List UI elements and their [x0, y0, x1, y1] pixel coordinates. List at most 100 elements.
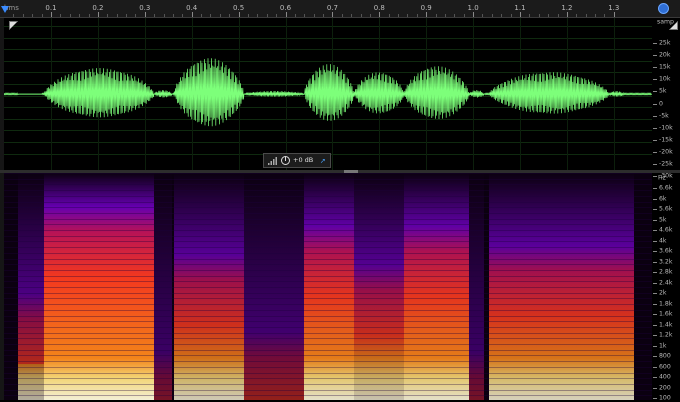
time-minor-tick — [116, 14, 118, 17]
amplitude-unit-label: samp — [657, 18, 674, 26]
frequency-tick-label: 400 — [659, 373, 671, 381]
time-tick-label: 0.7 — [326, 4, 338, 12]
time-minor-tick — [604, 14, 606, 17]
frequency-tick-label: 2.8k — [659, 268, 673, 276]
time-tick — [520, 12, 521, 17]
time-minor-tick — [585, 14, 587, 17]
time-tick — [379, 12, 381, 17]
time-tick — [97, 12, 99, 17]
frequency-tick-label: 2k — [659, 289, 667, 297]
harmonic-band — [4, 269, 652, 271]
frequency-tick-label: 2.4k — [659, 279, 673, 286]
time-tick-label: 0.1 — [45, 4, 57, 12]
pin-icon[interactable]: ➚ — [320, 157, 326, 165]
amplitude-tick-label: 20k — [659, 51, 671, 59]
harmonic-band — [4, 332, 652, 334]
time-minor-tick — [491, 14, 493, 17]
time-tick — [144, 12, 146, 17]
frequency-tick — [653, 377, 657, 378]
time-minor-tick — [548, 14, 550, 17]
harmonic-band — [4, 349, 652, 351]
time-minor-tick — [595, 14, 597, 17]
amplitude-tick-label: 25k — [659, 39, 671, 47]
harmonic-band — [4, 190, 652, 192]
time-minor-tick — [229, 14, 231, 17]
amplitude-tick-label: 15k — [659, 63, 671, 71]
harmonic-band — [4, 281, 652, 283]
time-minor-tick — [182, 14, 184, 17]
time-minor-tick — [107, 14, 109, 17]
frequency-tick-label: 100 — [659, 394, 671, 402]
amplitude-tick-label: -25k — [659, 160, 673, 168]
time-minor-tick — [22, 14, 24, 17]
frequency-tick-label: 6.6k — [659, 184, 673, 192]
frequency-tick-label: 5k — [659, 216, 667, 223]
harmonic-band — [4, 298, 652, 300]
harmonic-band — [4, 235, 652, 237]
time-minor-tick — [369, 14, 371, 17]
signal-strength-icon[interactable] — [268, 157, 277, 165]
frequency-tick — [653, 387, 657, 389]
frequency-tick-label: 1.2k — [659, 331, 673, 339]
time-minor-tick — [172, 14, 174, 17]
amplitude-tick-label: -15k — [659, 136, 673, 144]
frequency-tick-label: 6k — [659, 195, 667, 202]
frequency-tick-label: 4k — [659, 237, 667, 244]
frequency-tick — [653, 398, 657, 399]
time-tick-label: 1.1 — [514, 4, 526, 12]
time-minor-tick — [135, 14, 137, 17]
harmonic-band — [4, 366, 652, 368]
harmonic-band — [4, 338, 652, 340]
time-minor-tick — [154, 14, 156, 17]
time-ruler[interactable]: hms 0.1 0.2 0.3 0.4 0.5 0.6 0.7 0.8 0.9 1.0 1.1 1.2… — [0, 0, 680, 18]
time-minor-tick — [266, 14, 268, 17]
harmonic-band — [4, 230, 652, 231]
harmonic-band — [4, 201, 652, 203]
time-minor-tick — [463, 14, 465, 17]
time-minor-tick — [398, 14, 400, 17]
gain-knob-icon[interactable] — [281, 156, 290, 165]
playhead-marker[interactable] — [1, 6, 9, 13]
frequency-tick-label: 800 — [659, 352, 671, 360]
time-minor-tick — [435, 14, 437, 17]
waveform-panel[interactable] — [4, 18, 652, 170]
amplitude-tick — [653, 43, 657, 44]
harmonic-band — [4, 383, 652, 385]
frequency-tick — [653, 282, 657, 284]
frequency-tick — [653, 251, 657, 252]
amplitude-tick — [653, 115, 657, 117]
time-minor-tick — [201, 14, 203, 17]
spectrogram-panel[interactable] — [4, 173, 652, 400]
time-minor-tick — [313, 14, 315, 17]
time-minor-tick — [13, 14, 15, 17]
amplitude-tick — [653, 151, 657, 153]
time-tick — [238, 12, 240, 17]
time-minor-tick — [163, 14, 165, 17]
frequency-tick-label: 1.6k — [659, 310, 673, 318]
harmonic-band — [4, 241, 652, 243]
harmonic-band — [4, 287, 652, 288]
time-tick — [332, 12, 334, 17]
amplitude-tick-label: -20k — [659, 148, 673, 156]
settings-icon[interactable] — [658, 3, 669, 14]
frequency-scale[interactable]: Hz 6.6k 6k 5.6k 5k 4.6k 4k 3.6k 3.2k 2.8k 2.4k 2k 1… — [652, 173, 680, 402]
time-tick-label: 0.6 — [279, 4, 292, 12]
waveform-trace — [4, 58, 652, 127]
time-tick — [566, 12, 568, 17]
amplitude-tick-label: -5k — [659, 112, 669, 120]
amplitude-tick — [653, 164, 657, 165]
time-tick-label: 0.9 — [420, 4, 432, 12]
frequency-unit-label: Hz — [658, 174, 666, 182]
time-tick — [285, 12, 287, 17]
frequency-tick — [653, 261, 657, 263]
frequency-tick-label: 600 — [659, 363, 671, 370]
frequency-tick — [653, 272, 657, 273]
time-minor-tick — [294, 14, 296, 17]
amplitude-tick — [653, 79, 657, 81]
harmonic-band — [4, 252, 652, 254]
time-minor-tick — [32, 14, 34, 17]
time-minor-tick — [341, 14, 343, 17]
time-minor-tick — [41, 14, 43, 17]
amplitude-tick — [653, 127, 657, 129]
amplitude-scale[interactable]: samp 25k 20k 15k 10k 5k 0 -5k -10k -15k -20k -25k -… — [652, 18, 680, 180]
